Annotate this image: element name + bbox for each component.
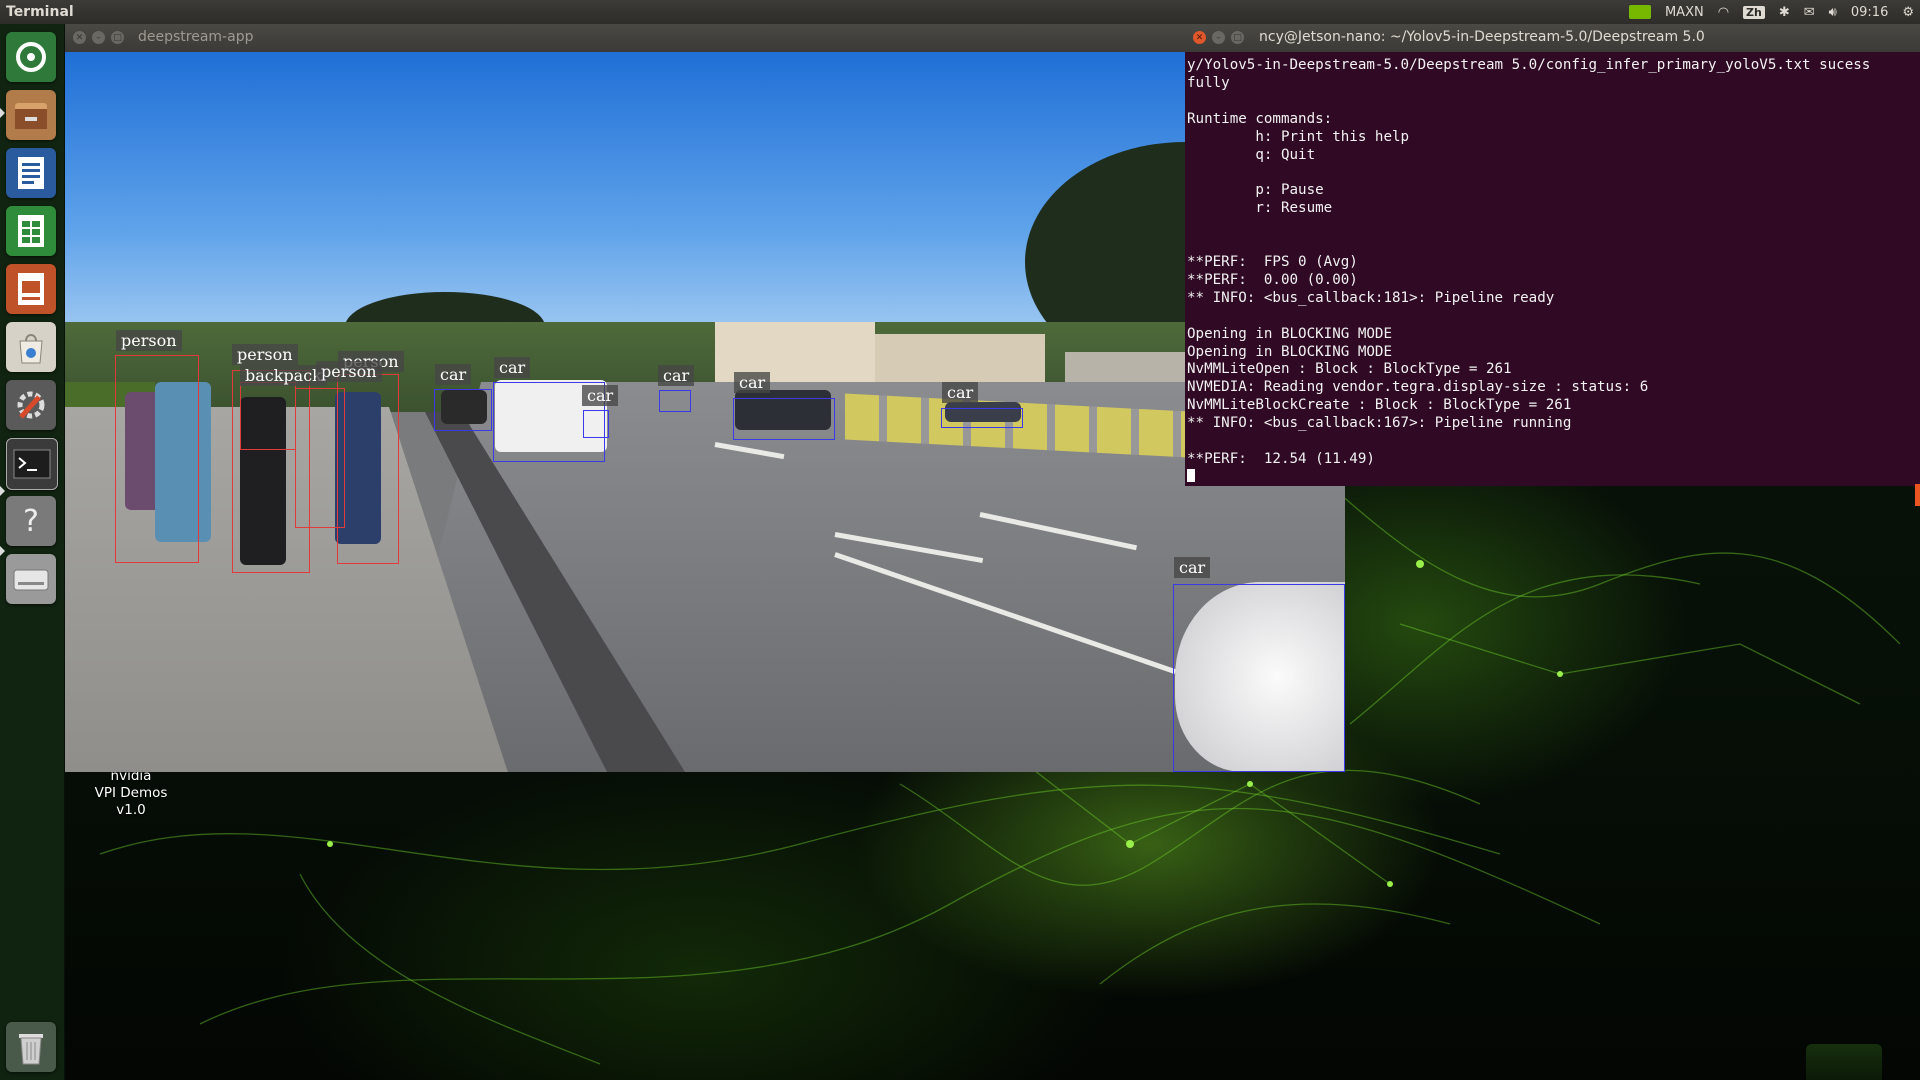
terminal-line: ** INFO: <bus_callback:181>: Pipeline re… bbox=[1187, 289, 1555, 306]
system-tray: MAXN ◠ Zh ✱ ✉ 🔊︎ 09:16 ⚙ bbox=[1628, 0, 1914, 24]
terminal-line: q: Quit bbox=[1187, 146, 1316, 163]
running-indicator bbox=[0, 486, 5, 496]
running-indicator bbox=[0, 108, 5, 118]
top-panel: Terminal MAXN ◠ Zh ✱ ✉ 🔊︎ 09:16 ⚙ bbox=[0, 0, 1920, 24]
terminal-output[interactable]: y/Yolov5-in-Deepstream-5.0/Deepstream 5.… bbox=[1187, 57, 1917, 482]
terminal-line: Runtime commands: bbox=[1187, 110, 1333, 127]
deepstream-titlebar[interactable]: ✕ – □ deepstream-app bbox=[65, 24, 1345, 52]
mail-icon[interactable]: ✉ bbox=[1804, 5, 1815, 20]
terminal-line: NvMMLiteBlockCreate : Block : BlockType … bbox=[1187, 397, 1572, 414]
detection-label: backpack bbox=[240, 365, 327, 386]
software-center-icon[interactable] bbox=[6, 322, 56, 372]
volume-icon[interactable]: 🔊︎ bbox=[1829, 5, 1837, 20]
detection-label: car bbox=[658, 365, 695, 386]
detection-box: person bbox=[115, 330, 199, 563]
detection-box: person bbox=[295, 361, 382, 528]
detection-box: car bbox=[434, 364, 492, 431]
power-mode-indicator[interactable]: MAXN bbox=[1665, 5, 1704, 20]
file-manager-icon[interactable] bbox=[6, 90, 56, 140]
close-icon[interactable]: ✕ bbox=[1193, 31, 1206, 44]
terminal-line: **PERF: FPS 0 (Avg) bbox=[1187, 253, 1358, 270]
minimize-icon[interactable]: – bbox=[1212, 31, 1225, 44]
detection-label: person bbox=[316, 361, 382, 382]
terminal-cursor bbox=[1187, 468, 1195, 482]
running-indicator bbox=[0, 546, 5, 556]
window-title: ncy@Jetson-nano: ~/Yolov5-in-Deepstream-… bbox=[1259, 29, 1705, 45]
wifi-icon[interactable]: ◠ bbox=[1718, 5, 1729, 20]
drive-icon[interactable] bbox=[6, 554, 56, 604]
detection-label: car bbox=[942, 382, 979, 403]
detection-label: person bbox=[116, 330, 182, 351]
detection-box: person bbox=[337, 351, 404, 564]
detection-label: car bbox=[582, 385, 619, 406]
maximize-icon[interactable]: □ bbox=[1231, 31, 1244, 44]
terminal-line: fully bbox=[1187, 74, 1230, 91]
terminal-line: r: Resume bbox=[1187, 200, 1333, 217]
deepstream-window: ✕ – □ deepstream-app person person backp… bbox=[65, 24, 1345, 772]
close-icon[interactable]: ✕ bbox=[73, 31, 86, 44]
terminal-line: Opening in BLOCKING MODE bbox=[1187, 325, 1392, 342]
detection-box: car bbox=[658, 365, 695, 412]
terminal-scrollbar[interactable] bbox=[1915, 484, 1920, 506]
calc-icon[interactable] bbox=[6, 206, 56, 256]
terminal-line: p: Pause bbox=[1187, 182, 1324, 199]
detection-box: car bbox=[1173, 557, 1345, 772]
terminal-line: y/Yolov5-in-Deepstream-5.0/Deepstream 5.… bbox=[1187, 57, 1871, 73]
input-method-indicator[interactable]: Zh bbox=[1743, 5, 1765, 19]
writer-icon[interactable] bbox=[6, 148, 56, 198]
system-settings-icon[interactable] bbox=[6, 380, 56, 430]
terminal-line: h: Print this help bbox=[1187, 128, 1410, 145]
detection-box: car bbox=[582, 385, 619, 438]
help-icon[interactable]: ? bbox=[6, 496, 56, 546]
detection-label: car bbox=[734, 372, 771, 393]
terminal-icon[interactable] bbox=[6, 438, 58, 490]
terminal-line: NVMEDIA: Reading vendor.tegra.display-si… bbox=[1187, 379, 1649, 396]
detection-label: car bbox=[435, 364, 472, 385]
terminal-line: **PERF: 12.54 (11.49) bbox=[1187, 450, 1375, 467]
nvidia-icon[interactable] bbox=[1628, 5, 1651, 19]
launcher: ? bbox=[0, 24, 65, 1080]
video-frame: person person backpack person person car… bbox=[65, 52, 1345, 772]
terminal-prompt[interactable] bbox=[1187, 468, 1917, 482]
trash-icon[interactable] bbox=[6, 1022, 56, 1072]
vpi-demos-desktop-icon[interactable]: nvidia VPI Demos v1.0 bbox=[78, 768, 184, 819]
window-title: deepstream-app bbox=[138, 29, 254, 45]
vpi-label-line3: v1.0 bbox=[116, 802, 146, 818]
terminal-line: ** INFO: <bus_callback:167>: Pipeline ru… bbox=[1187, 415, 1572, 432]
ubuntu-home-icon[interactable] bbox=[6, 32, 56, 82]
detection-label: car bbox=[494, 357, 531, 378]
detection-label: car bbox=[1174, 557, 1211, 578]
active-app-name: Terminal bbox=[6, 4, 74, 20]
terminal-line: NvMMLiteOpen : Block : BlockType = 261 bbox=[1187, 361, 1512, 378]
terminal-line: Opening in BLOCKING MODE bbox=[1187, 343, 1392, 360]
detection-label: person bbox=[232, 344, 298, 365]
gear-icon[interactable]: ⚙ bbox=[1902, 5, 1914, 20]
maximize-icon[interactable]: □ bbox=[111, 31, 124, 44]
detection-box: car bbox=[733, 372, 835, 440]
terminal-titlebar[interactable]: ✕ – □ ncy@Jetson-nano: ~/Yolov5-in-Deeps… bbox=[1185, 24, 1920, 52]
vpi-label-line2: VPI Demos bbox=[94, 785, 168, 801]
impress-icon[interactable] bbox=[6, 264, 56, 314]
terminal-line: **PERF: 0.00 (0.00) bbox=[1187, 271, 1358, 288]
nvidia-logo-watermark bbox=[1806, 1044, 1882, 1080]
detection-box: backpack bbox=[240, 365, 327, 450]
minimize-icon[interactable]: – bbox=[92, 31, 105, 44]
terminal-window[interactable]: ✕ – □ ncy@Jetson-nano: ~/Yolov5-in-Deeps… bbox=[1185, 24, 1920, 506]
clock[interactable]: 09:16 bbox=[1851, 5, 1888, 20]
detection-box: car bbox=[941, 382, 1023, 428]
bluetooth-icon[interactable]: ✱ bbox=[1779, 5, 1790, 20]
